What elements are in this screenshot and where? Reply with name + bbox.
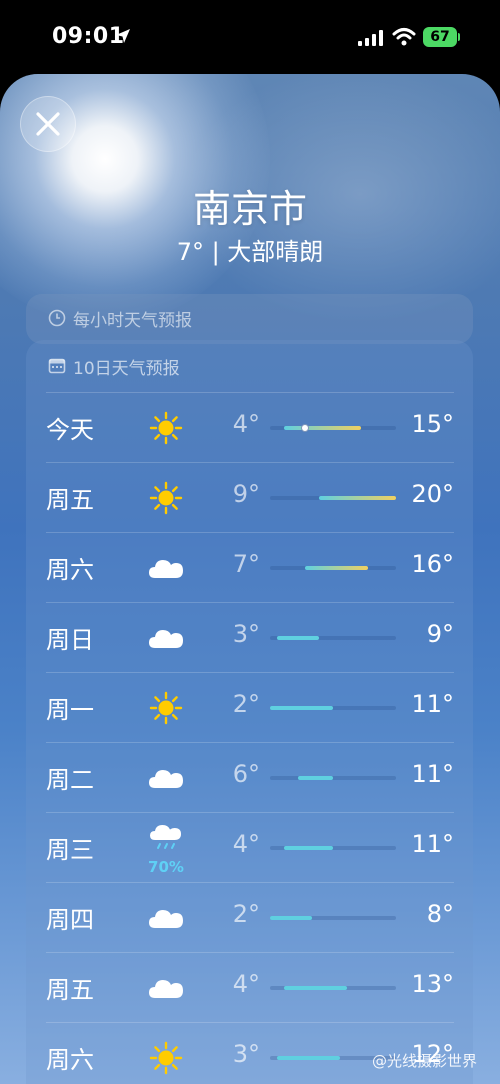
cloud-icon <box>146 760 186 796</box>
status-bar: 09:01 67 <box>0 0 500 72</box>
forecast-row-1[interactable]: 周五 9° 20° <box>46 462 454 532</box>
precip-chance: 70% <box>148 858 184 876</box>
high-temp: 8° <box>426 900 454 928</box>
hourly-forecast-label: 每小时天气预报 <box>73 311 192 331</box>
wifi-icon <box>392 28 416 46</box>
low-temp: 3° <box>232 1040 260 1068</box>
temp-range-bar <box>270 846 396 850</box>
row-divider <box>46 1022 454 1023</box>
cloud-icon <box>146 900 186 936</box>
high-temp: 11° <box>411 690 454 718</box>
forecast-day: 周六 <box>46 1046 94 1074</box>
temp-range-fill <box>305 566 368 570</box>
low-temp: 9° <box>232 480 260 508</box>
temp-range-bar <box>270 776 396 780</box>
sun-icon <box>146 1040 186 1076</box>
row-divider <box>46 602 454 603</box>
forecast-row-5[interactable]: 周二 6° 11° <box>46 742 454 812</box>
forecast-row-3[interactable]: 周日 3° 9° <box>46 602 454 672</box>
row-divider <box>46 532 454 533</box>
forecast-day: 周四 <box>46 906 94 934</box>
temp-range-bar <box>270 706 396 710</box>
temp-range-bar <box>270 636 396 640</box>
forecast-day: 周日 <box>46 626 94 654</box>
battery-level: 67 <box>430 29 450 45</box>
high-temp: 9° <box>426 620 454 648</box>
temp-range-bar <box>270 986 396 990</box>
close-button[interactable] <box>20 96 76 152</box>
sun-icon <box>146 410 186 446</box>
cellular-signal-icon <box>358 30 383 46</box>
low-temp: 2° <box>232 900 260 928</box>
low-temp: 4° <box>232 970 260 998</box>
city-name: 南京市 <box>192 187 307 231</box>
high-temp: 11° <box>411 760 454 788</box>
low-temp: 7° <box>232 550 260 578</box>
cloud-icon <box>146 970 186 1006</box>
row-divider <box>46 392 454 393</box>
forecast-row-8[interactable]: 周五 4° 13° <box>46 952 454 1022</box>
forecast-day: 周五 <box>46 976 94 1004</box>
high-temp: 20° <box>411 480 454 508</box>
row-divider <box>46 812 454 813</box>
low-temp: 2° <box>232 690 260 718</box>
temp-range-bar <box>270 916 396 920</box>
forecast-row-7[interactable]: 周四 2° 8° <box>46 882 454 952</box>
temp-range-bar <box>270 424 396 432</box>
temp-range-bar <box>270 566 396 570</box>
temp-range-bar <box>270 496 396 500</box>
temp-range-fill <box>277 1056 340 1060</box>
clock-icon <box>48 309 66 327</box>
location-arrow-icon <box>116 29 130 43</box>
weather-sheet: 南京市 7° | 大部晴朗 每小时天气预报 10日天气预报 今天 4° 15° … <box>0 74 500 1084</box>
forecast-day: 今天 <box>46 416 94 444</box>
temp-range-fill <box>319 496 396 500</box>
cloud-icon <box>146 550 186 586</box>
battery-indicator: 67 <box>423 27 457 47</box>
temp-range-fill <box>298 776 333 780</box>
current-temp-marker <box>301 424 309 432</box>
row-divider <box>46 882 454 883</box>
high-temp: 13° <box>411 970 454 998</box>
forecast-row-6[interactable]: 周三 70% 4° 11° <box>46 812 454 882</box>
daily-forecast-label: 10日天气预报 <box>73 359 180 379</box>
forecast-day: 周六 <box>46 556 94 584</box>
forecast-day: 周一 <box>46 696 94 724</box>
temp-range-fill <box>284 846 333 850</box>
forecast-day: 周二 <box>46 766 94 794</box>
row-divider <box>46 672 454 673</box>
temp-range-fill <box>270 916 312 920</box>
temp-range-fill <box>277 636 319 640</box>
high-temp: 11° <box>411 830 454 858</box>
temp-range-fill <box>270 706 333 710</box>
temp-range-fill <box>284 986 347 990</box>
forecast-day: 周三 <box>46 836 94 864</box>
rain-cloud-icon <box>146 820 186 856</box>
sun-icon <box>146 690 186 726</box>
high-temp: 16° <box>411 550 454 578</box>
battery-tip <box>458 33 460 41</box>
low-temp: 4° <box>232 410 260 438</box>
cloud-icon <box>146 620 186 656</box>
forecast-row-4[interactable]: 周一 2° 11° <box>46 672 454 742</box>
low-temp: 3° <box>232 620 260 648</box>
sun-icon <box>146 480 186 516</box>
row-divider <box>46 952 454 953</box>
forecast-day: 周五 <box>46 486 94 514</box>
row-divider <box>46 462 454 463</box>
high-temp: 15° <box>411 410 454 438</box>
forecast-row-0[interactable]: 今天 4° 15° <box>46 392 454 462</box>
low-temp: 4° <box>232 830 260 858</box>
calendar-icon <box>48 358 66 374</box>
low-temp: 6° <box>232 760 260 788</box>
current-summary: 7° | 大部晴朗 <box>176 238 324 266</box>
watermark: @光线摄影世界 <box>372 1052 478 1070</box>
temp-range-fill <box>284 426 361 430</box>
close-icon <box>36 112 60 136</box>
forecast-row-2[interactable]: 周六 7° 16° <box>46 532 454 602</box>
row-divider <box>46 742 454 743</box>
